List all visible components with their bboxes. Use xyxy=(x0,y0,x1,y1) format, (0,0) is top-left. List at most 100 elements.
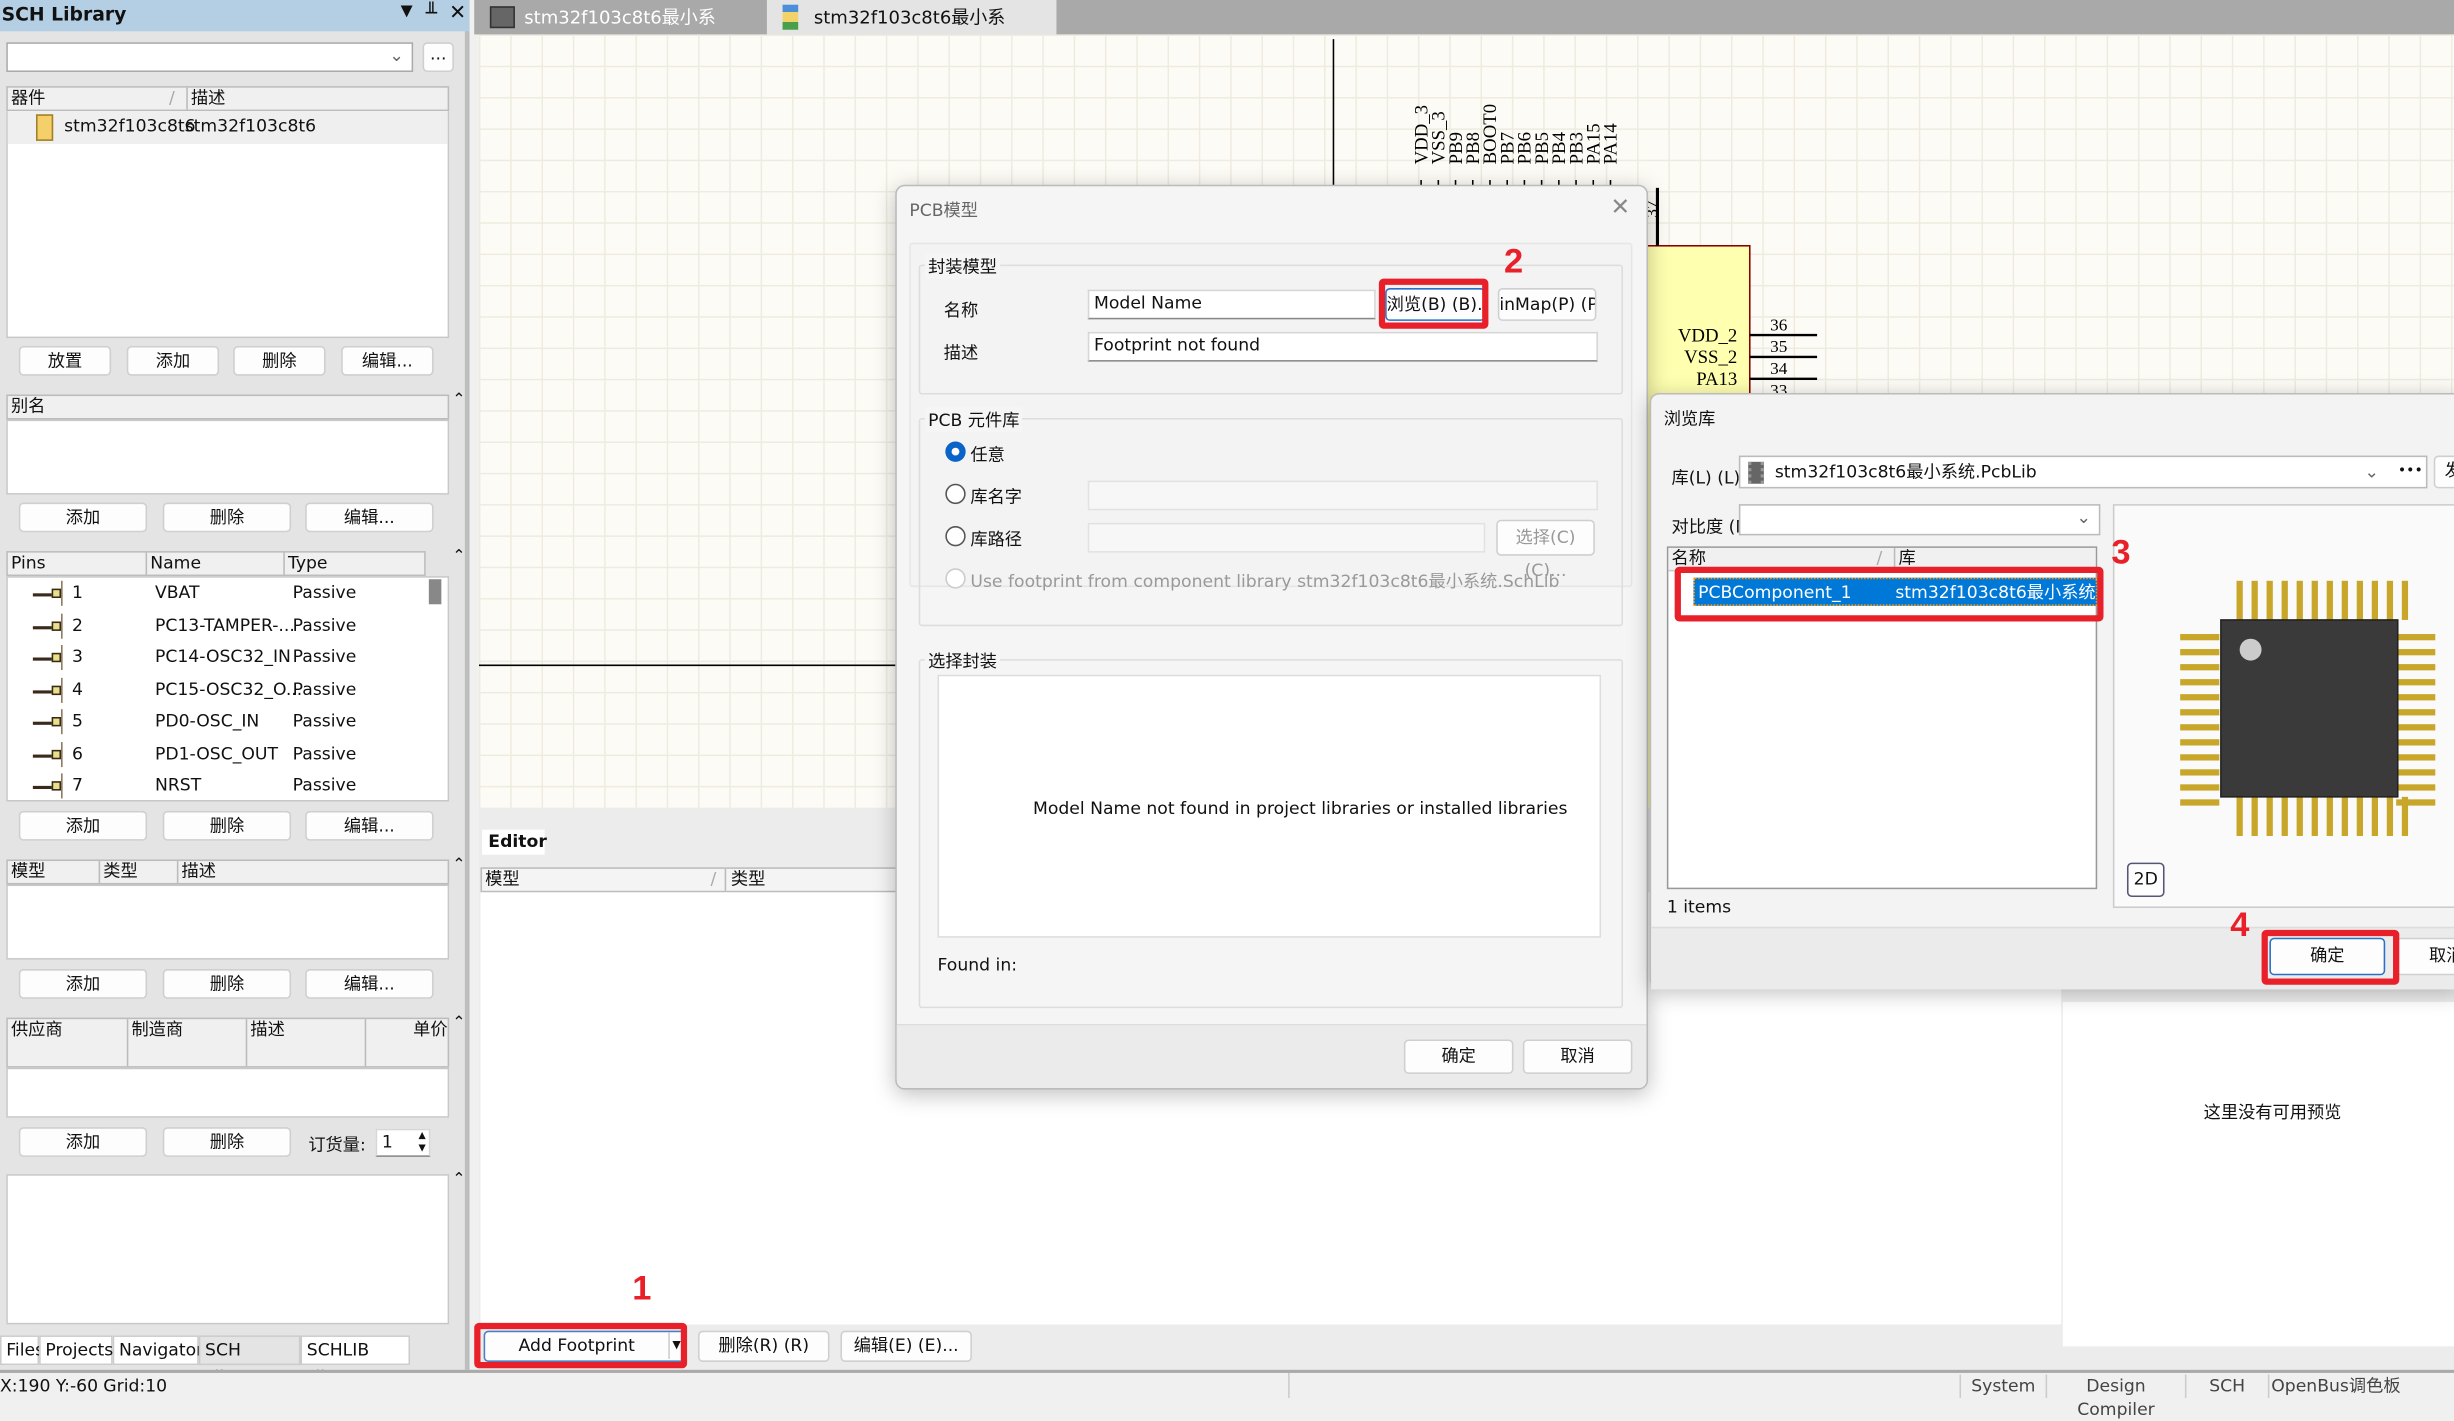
library-select[interactable]: ⌄ xyxy=(6,42,414,73)
pin-icon-dot xyxy=(51,588,62,599)
radio-lib-name[interactable] xyxy=(945,483,966,505)
collapse-icon[interactable]: ⌃ xyxy=(452,1171,465,1188)
delete-supplier-button[interactable]: 删除 xyxy=(162,1127,292,1157)
col-supplier[interactable]: 供应商 xyxy=(11,1019,63,1041)
lib-path-field[interactable] xyxy=(1087,522,1486,553)
dialog-title: PCB模型 xyxy=(909,200,978,221)
panel-system[interactable]: System xyxy=(1959,1374,2046,1398)
chip-pin xyxy=(2296,580,2303,620)
annotation-number-2: 2 xyxy=(1504,241,1524,281)
pin-row[interactable]: 7 NRST Passive xyxy=(17,770,432,800)
find-button[interactable]: 发 xyxy=(2433,455,2454,489)
dropdown-arrow-icon[interactable]: ▼ xyxy=(401,3,413,20)
edit-footprint-button[interactable]: 编辑(E) (E)... xyxy=(840,1330,972,1362)
collapse-icon[interactable]: ⌃ xyxy=(452,856,465,873)
library-select[interactable]: stm32f103c8t6最小系统.PcbLib ⌄ ••• xyxy=(1738,455,2428,489)
add-pin-button[interactable]: 添加 xyxy=(18,810,148,841)
model-name-field[interactable]: Model Name xyxy=(1087,289,1376,320)
col-component[interactable]: 器件 xyxy=(11,88,45,110)
pin-icon[interactable]: ╨ xyxy=(426,2,437,24)
col-editor-model[interactable]: 模型 xyxy=(485,869,519,891)
chip-pin xyxy=(2326,580,2333,620)
delete-model-button[interactable]: 删除 xyxy=(162,969,292,999)
pin-row[interactable]: 4 PC15-OSC32_O... Passive xyxy=(17,674,432,705)
status-divider xyxy=(1288,1372,1290,1398)
col-pins[interactable]: Pins xyxy=(11,553,46,575)
pin-row[interactable]: 2 PC13-TAMPER-... Passive xyxy=(17,610,432,641)
cancel-button[interactable]: 取消 xyxy=(2396,937,2454,976)
col-alias[interactable]: 别名 xyxy=(11,396,45,416)
component-desc: stm32f103c8t6 xyxy=(184,115,317,137)
choose-button[interactable]: 选择(C) (C)... xyxy=(1496,519,1595,581)
pin-row[interactable]: 1 VBAT Passive xyxy=(17,578,432,609)
annotation-box-4 xyxy=(2261,929,2400,985)
tab-pcblib[interactable]: stm32f103c8t6最小系统.PcbLib xyxy=(477,0,767,63)
item-count: 1 items xyxy=(1666,897,1732,918)
ok-button[interactable]: 确定 xyxy=(1403,1039,1514,1074)
group-title: 选择封装 xyxy=(924,648,1001,674)
pin-name: VBAT xyxy=(154,582,200,603)
panel-sch[interactable]: SCH xyxy=(2184,1374,2268,1398)
col-supplier-desc[interactable]: 描述 xyxy=(245,1019,285,1067)
close-icon[interactable]: ✕ xyxy=(1610,193,1630,221)
radio-lib-path[interactable] xyxy=(945,526,966,547)
delete-alias-button[interactable]: 删除 xyxy=(162,502,292,533)
more-button[interactable]: ... xyxy=(422,42,454,73)
edit-pin-button[interactable]: 编辑... xyxy=(305,810,434,841)
bottom-tab-navigator[interactable]: Navigator xyxy=(112,1335,203,1366)
col-description[interactable]: 描述 xyxy=(186,87,225,110)
collapse-icon[interactable]: ⌃ xyxy=(452,1014,465,1031)
delete-component-button[interactable]: 删除 xyxy=(233,345,326,376)
lib-name-field[interactable] xyxy=(1087,480,1598,511)
chip-pin xyxy=(2251,796,2258,836)
spin-icon[interactable]: ▲ ▼ xyxy=(418,1130,425,1155)
bottom-tab-schlib-filter[interactable]: SCHLIB Filter xyxy=(300,1335,411,1387)
delete-footprint-button[interactable]: 删除(R) (R) xyxy=(698,1330,830,1362)
close-icon[interactable]: ✕ xyxy=(449,2,466,25)
pin-row[interactable]: 6 PD1-OSC_OUT Passive xyxy=(17,738,432,769)
delete-pin-button[interactable]: 删除 xyxy=(162,810,292,841)
component-row[interactable]: stm32f103c8t6 stm32f103c8t6 xyxy=(7,111,448,145)
place-button[interactable]: 放置 xyxy=(18,345,112,376)
radio-use-component-lib[interactable] xyxy=(945,568,966,589)
col-name[interactable]: Name xyxy=(145,552,201,575)
pin-row[interactable]: 5 PD0-OSC_IN Passive xyxy=(17,706,432,737)
edit-alias-button[interactable]: 编辑... xyxy=(305,502,434,533)
edit-component-button[interactable]: 编辑... xyxy=(341,345,434,376)
bottom-tab-files[interactable]: Files xyxy=(0,1335,44,1366)
view-2d-button[interactable]: 2D xyxy=(2126,862,2165,898)
col-model[interactable]: 模型 xyxy=(11,861,45,883)
pin-map-button[interactable]: inMap(P) (P)... xyxy=(1497,288,1597,321)
panel-design-compiler[interactable]: Design Compiler xyxy=(2045,1374,2185,1420)
edit-model-button[interactable]: 编辑... xyxy=(305,969,434,999)
panel-openbus[interactable]: OpenBus调色板 xyxy=(2267,1374,2403,1398)
chip-pin xyxy=(2311,796,2318,836)
pins-header: Pins Name Type xyxy=(6,551,426,577)
chip-pin xyxy=(2296,796,2303,836)
cancel-button[interactable]: 取消 xyxy=(1522,1039,1633,1074)
order-qty-stepper[interactable]: 1 ▲ ▼ xyxy=(375,1128,431,1157)
chip-pin xyxy=(2180,649,2220,656)
pin-row[interactable]: 3 PC14-OSC32_IN Passive xyxy=(17,642,432,673)
tab-schlib[interactable]: stm32f103c8t6最小系统.SchLib xyxy=(766,0,1057,63)
bottom-tab-projects[interactable]: Projects xyxy=(39,1335,113,1366)
chip-pin xyxy=(2180,724,2220,731)
collapse-icon[interactable]: ⌃ xyxy=(452,548,465,565)
collapse-icon[interactable]: ⌃ xyxy=(452,391,465,408)
col-unit-price[interactable]: 单价 xyxy=(364,1019,448,1067)
mask-select[interactable]: ⌄ xyxy=(1738,504,2101,536)
add-alias-button[interactable]: 添加 xyxy=(18,502,148,533)
radio-any[interactable] xyxy=(945,441,966,462)
description-field[interactable]: Footprint not found xyxy=(1087,331,1598,362)
add-model-button[interactable]: 添加 xyxy=(18,969,148,999)
bottom-tab-sch-library[interactable]: SCH Library xyxy=(198,1335,301,1387)
add-supplier-button[interactable]: 添加 xyxy=(18,1127,148,1157)
col-type[interactable]: Type xyxy=(283,552,328,575)
col-model-type[interactable]: 类型 xyxy=(98,861,138,883)
col-model-desc[interactable]: 描述 xyxy=(176,861,216,883)
more-icon[interactable]: ••• xyxy=(2398,457,2423,487)
col-manufacturer[interactable]: 制造商 xyxy=(126,1019,183,1067)
col-editor-type[interactable]: 类型 xyxy=(724,868,765,891)
editor-tab[interactable]: Editor xyxy=(482,829,547,855)
add-component-button[interactable]: 添加 xyxy=(126,345,220,376)
